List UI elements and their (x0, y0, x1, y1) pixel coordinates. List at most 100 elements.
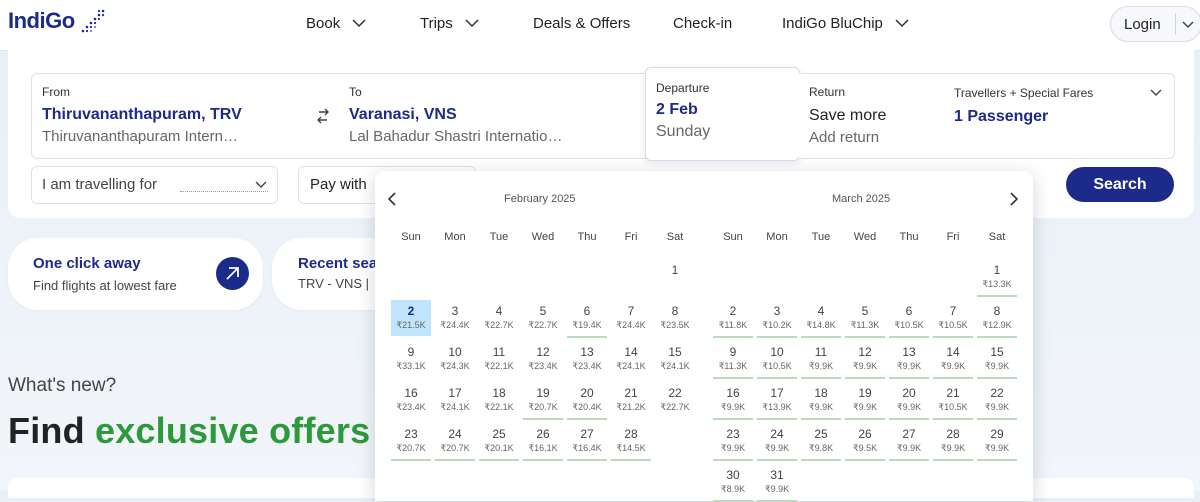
calendar-day[interactable]: 27 ₹16.4K (567, 423, 607, 461)
calendar-day[interactable]: 26 ₹16.1K (523, 423, 563, 461)
calendar-day[interactable]: 22 ₹9.9K (977, 382, 1017, 420)
calendar-day[interactable]: 20 ₹20.4K (567, 382, 607, 420)
departure-label: Departure (656, 81, 710, 95)
calendar-day[interactable]: 7 ₹10.5K (933, 300, 973, 338)
calendar-day[interactable]: 28 ₹9.9K (933, 423, 973, 461)
calendar-day[interactable]: 31 ₹9.9K (757, 464, 797, 502)
calendar-day[interactable]: 4 ₹14.8K (801, 300, 841, 338)
calendar-day[interactable]: 20 ₹9.9K (889, 382, 929, 420)
calendar-day[interactable]: 18 ₹9.9K (801, 382, 841, 420)
login-label: Login (1124, 15, 1161, 33)
calendar-day[interactable]: 3 ₹10.2K (757, 300, 797, 338)
day-number: 1 (993, 263, 1001, 277)
calendar-day[interactable]: 3 ₹24.4K (435, 300, 475, 336)
calendar-day[interactable]: 14 ₹9.9K (933, 341, 973, 379)
travelling-for-select[interactable]: I am travelling for (31, 166, 278, 204)
calendar-day[interactable]: 11 ₹9.9K (801, 341, 841, 379)
calendar-day[interactable]: 10 ₹24.3K (435, 341, 475, 377)
logo-text: IndiGo (8, 8, 75, 33)
day-fare: ₹9.9K (984, 443, 1010, 453)
indigo-logo[interactable]: IndiGo (8, 7, 107, 35)
calendar-day[interactable]: 17 ₹13.9K (757, 382, 797, 420)
calendar-day[interactable]: 21 ₹21.2K (611, 382, 651, 418)
calendar-day[interactable]: 6 ₹19.4K (567, 300, 607, 338)
return-field[interactable]: Return Save more Add return (799, 73, 944, 159)
nav-check-in[interactable]: Check-in (673, 0, 732, 46)
calendar-day[interactable]: 15 ₹9.9K (977, 341, 1017, 379)
calendar-day[interactable]: 23 ₹9.9K (713, 423, 753, 461)
calendar-day[interactable]: 10 ₹10.5K (757, 341, 797, 379)
nav-deals-offers[interactable]: Deals & Offers (533, 0, 630, 46)
arrow-up-right-icon[interactable] (216, 257, 249, 290)
weekday-label: Sat (666, 231, 684, 243)
calendar-day[interactable]: 8 ₹12.9K (977, 300, 1017, 338)
calendar-day[interactable]: 28 ₹14.5K (611, 423, 651, 461)
calendar-day[interactable]: 24 ₹9.9K (757, 423, 797, 461)
calendar-day[interactable]: 15 ₹24.1K (655, 341, 695, 377)
departure-field[interactable]: Departure 2 Feb Sunday (645, 67, 800, 161)
find-word: Find (8, 410, 85, 451)
day-number: 1 (671, 263, 679, 277)
calendar-day[interactable]: 23 ₹20.7K (391, 423, 431, 461)
day-number: 8 (993, 304, 1001, 318)
travellers-field[interactable]: Travellers + Special Fares 1 Passenger (943, 73, 1175, 159)
calendar-day[interactable]: 19 ₹20.7K (523, 382, 563, 420)
day-fare: ₹21.5K (396, 320, 426, 330)
search-button-label: Search (1093, 175, 1147, 193)
calendar-day[interactable]: 22 ₹22.7K (655, 382, 695, 418)
weekday-label: Wed (531, 231, 555, 243)
calendar-day[interactable]: 25 ₹9.8K (801, 423, 841, 461)
calendar-day[interactable]: 17 ₹24.1K (435, 382, 475, 418)
calendar-day[interactable]: 18 ₹22.1K (479, 382, 519, 418)
calendar-day[interactable]: 29 ₹9.9K (977, 423, 1017, 461)
day-number: 17 (770, 386, 784, 400)
chevron-right-icon[interactable] (1009, 191, 1019, 207)
calendar-day[interactable]: 7 ₹24.4K (611, 300, 651, 336)
calendar-day[interactable]: 9 ₹33.1K (391, 341, 431, 377)
month-title-march: March 2025 (832, 193, 891, 205)
weekday-label: Fri (624, 231, 638, 243)
login-button[interactable]: Login (1110, 6, 1200, 42)
calendar-popup: February 2025 March 2025 Sun Mon Tue Wed Thu… (375, 171, 1033, 502)
day-number: 26 (536, 427, 550, 441)
calendar-day[interactable]: 11 ₹22.1K (479, 341, 519, 377)
calendar-day[interactable]: 4 ₹22.7K (479, 300, 519, 336)
calendar-day[interactable]: 9 ₹11.3K (713, 341, 753, 379)
calendar-day[interactable]: 27 ₹9.9K (889, 423, 929, 461)
calendar-day[interactable]: 2 ₹11.8K (713, 300, 753, 338)
chevron-down-icon[interactable] (1181, 17, 1195, 31)
nav-bluchip[interactable]: IndiGo BluChip (782, 0, 909, 46)
calendar-day[interactable]: 13 ₹9.9K (889, 341, 929, 379)
calendar-day[interactable]: 6 ₹10.5K (889, 300, 929, 338)
from-label: From (42, 85, 70, 99)
day-fare: ₹11.3K (718, 361, 748, 371)
day-number: 28 (624, 427, 638, 441)
calendar-day[interactable]: 13 ₹23.4K (567, 341, 607, 377)
day-number: 24 (770, 427, 784, 441)
calendar-day[interactable]: 16 ₹9.9K (713, 382, 753, 420)
calendar-day[interactable]: 12 ₹9.9K (845, 341, 885, 379)
day-fare: ₹8.9K (720, 484, 746, 494)
calendar-day[interactable]: 26 ₹9.5K (845, 423, 885, 461)
calendar-day[interactable]: 12 ₹23.4K (523, 341, 563, 377)
calendar-day[interactable]: 2 ₹21.5K (391, 300, 431, 336)
calendar-day[interactable]: 14 ₹24.1K (611, 341, 651, 377)
day-fare: ₹10.5K (938, 402, 968, 412)
calendar-day[interactable]: 5 ₹11.3K (845, 300, 885, 338)
calendar-day[interactable]: 19 ₹9.9K (845, 382, 885, 420)
day-fare: ₹20.7K (396, 443, 426, 453)
chevron-left-icon[interactable] (387, 191, 397, 207)
nav-book[interactable]: Book (306, 0, 366, 46)
calendar-day[interactable]: 1 ₹13.3K (977, 259, 1017, 297)
calendar-day[interactable]: 30 ₹8.9K (713, 464, 753, 502)
swap-icon[interactable] (316, 108, 330, 124)
calendar-day[interactable]: 21 ₹10.5K (933, 382, 973, 420)
calendar-day[interactable]: 1 (655, 259, 695, 295)
calendar-day[interactable]: 16 ₹23.4K (391, 382, 431, 418)
search-button[interactable]: Search (1066, 167, 1174, 202)
nav-trips[interactable]: Trips (420, 0, 479, 46)
calendar-day[interactable]: 5 ₹22.7K (523, 300, 563, 336)
calendar-day[interactable]: 24 ₹20.7K (435, 423, 475, 461)
calendar-day[interactable]: 8 ₹23.5K (655, 300, 695, 336)
calendar-day[interactable]: 25 ₹20.1K (479, 423, 519, 461)
